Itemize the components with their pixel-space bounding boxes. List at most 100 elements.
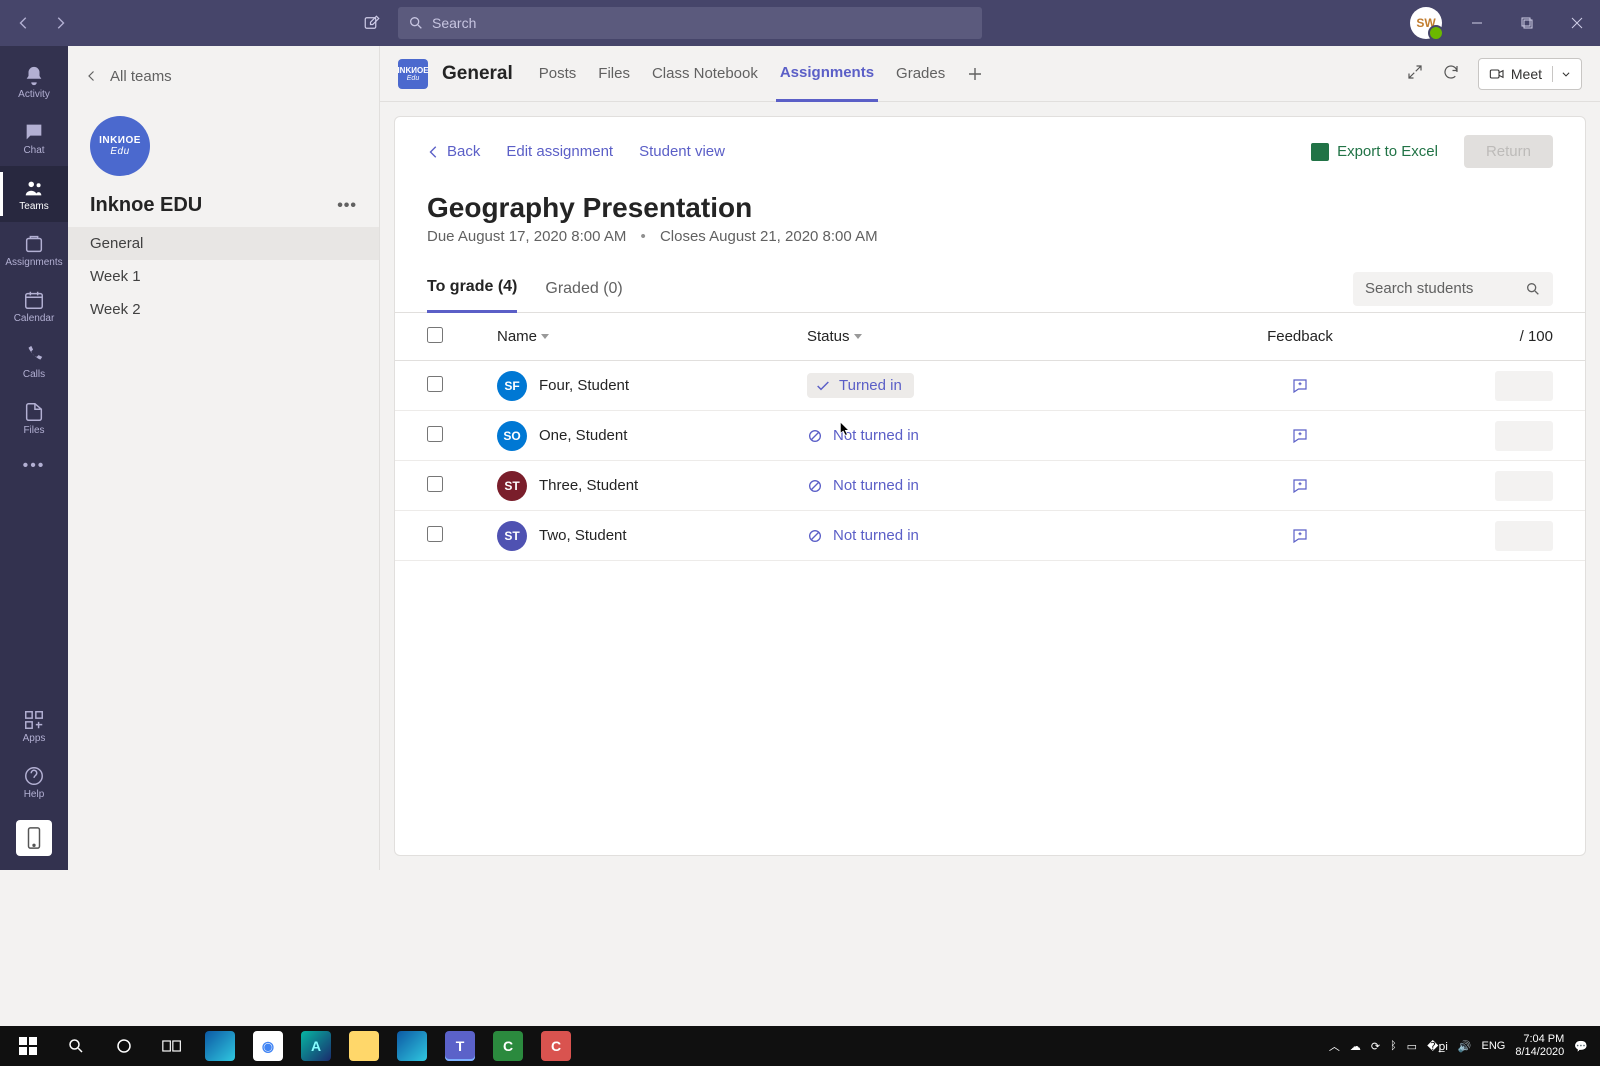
rail-apps[interactable]: Apps <box>0 698 68 754</box>
nav-forward-button[interactable] <box>44 7 76 39</box>
rail-help[interactable]: Help <box>0 754 68 810</box>
select-all-checkbox[interactable] <box>427 327 443 343</box>
pin-teams[interactable]: T <box>436 1026 484 1066</box>
pin-edge-2[interactable] <box>388 1026 436 1066</box>
pin-edge[interactable] <box>196 1026 244 1066</box>
team-avatar[interactable]: INKИOE Edu <box>90 116 150 176</box>
table-row[interactable]: ST Two, Student Not turned in <box>395 511 1585 561</box>
feedback-button[interactable] <box>1157 477 1443 495</box>
status-cell[interactable]: Turned in <box>807 373 1157 398</box>
tray-update-icon[interactable]: ⟳ <box>1371 1040 1380 1053</box>
feedback-button[interactable] <box>1157 527 1443 545</box>
team-more-button[interactable]: ••• <box>337 197 357 215</box>
tab-graded[interactable]: Graded (0) <box>545 265 622 313</box>
channel-general[interactable]: General <box>68 227 379 260</box>
meet-button[interactable]: Meet <box>1478 58 1582 90</box>
windows-taskbar: ◉ A T C C ︿ ☁ ⟳ ᛒ ▭ �քi 🔊 ENG 7:04 PM 8/… <box>0 1026 1600 1066</box>
channel-week-2[interactable]: Week 2 <box>68 293 379 326</box>
team-panel: All teams INKИOE Edu Inknoe EDU ••• Gene… <box>68 46 380 870</box>
rail-teams[interactable]: Teams <box>0 166 68 222</box>
col-status[interactable]: Status <box>807 328 1157 345</box>
score-input[interactable] <box>1495 521 1553 551</box>
cortana-button[interactable] <box>100 1026 148 1066</box>
edit-assignment-link[interactable]: Edit assignment <box>506 143 613 160</box>
row-checkbox[interactable] <box>427 526 443 542</box>
tray-onedrive-icon[interactable]: ☁ <box>1350 1040 1361 1053</box>
score-input[interactable] <box>1495 371 1553 401</box>
rail-more[interactable]: ••• <box>0 446 68 486</box>
tray-notifications-icon[interactable]: 💬 <box>1574 1040 1588 1053</box>
channel-header: INKИOE Edu General Posts Files Class Not… <box>380 46 1600 102</box>
pin-camtasia-rec[interactable]: C <box>532 1026 580 1066</box>
refresh-icon[interactable] <box>1442 63 1460 85</box>
expand-icon[interactable] <box>1406 63 1424 85</box>
feedback-icon <box>1291 427 1309 445</box>
titlebar: Search SW <box>0 0 1600 46</box>
rail-calendar[interactable]: Calendar <box>0 278 68 334</box>
compose-button[interactable] <box>356 7 388 39</box>
taskbar-search[interactable] <box>52 1026 100 1066</box>
tab-assignments[interactable]: Assignments <box>776 46 878 102</box>
window-close[interactable] <box>1562 8 1592 38</box>
table-row[interactable]: SF Four, Student Turned in <box>395 361 1585 411</box>
student-name: Two, Student <box>539 527 627 544</box>
tray-wifi-icon[interactable]: �քi <box>1427 1040 1448 1053</box>
table-row[interactable]: SO One, Student Not turned in <box>395 411 1585 461</box>
task-view-button[interactable] <box>148 1026 196 1066</box>
tab-class-notebook[interactable]: Class Notebook <box>648 46 762 102</box>
table-row[interactable]: ST Three, Student Not turned in <box>395 461 1585 511</box>
student-name: One, Student <box>539 427 627 444</box>
col-name[interactable]: Name <box>497 328 807 345</box>
add-tab-button[interactable] <box>963 62 987 86</box>
window-minimize[interactable] <box>1462 8 1492 38</box>
tab-posts[interactable]: Posts <box>535 46 581 102</box>
tray-language-icon[interactable]: ENG <box>1482 1040 1506 1052</box>
feedback-button[interactable] <box>1157 427 1443 445</box>
status-cell[interactable]: Not turned in <box>807 527 1157 544</box>
check-icon <box>815 378 831 394</box>
excel-icon <box>1311 143 1329 161</box>
tray-battery-icon[interactable]: ▭ <box>1407 1040 1417 1053</box>
system-tray[interactable]: ︿ ☁ ⟳ ᛒ ▭ �քi 🔊 ENG 7:04 PM 8/14/2020 💬 <box>1329 1033 1596 1059</box>
rail-files[interactable]: Files <box>0 390 68 446</box>
row-checkbox[interactable] <box>427 376 443 392</box>
all-teams-back[interactable]: All teams <box>68 46 379 106</box>
tray-bluetooth-icon[interactable]: ᛒ <box>1390 1040 1397 1052</box>
user-avatar[interactable]: SW <box>1410 7 1442 39</box>
tab-files[interactable]: Files <box>594 46 634 102</box>
channel-week-1[interactable]: Week 1 <box>68 260 379 293</box>
rail-calls[interactable]: Calls <box>0 334 68 390</box>
start-button[interactable] <box>4 1026 52 1066</box>
tab-grades[interactable]: Grades <box>892 46 949 102</box>
tray-clock[interactable]: 7:04 PM 8/14/2020 <box>1515 1033 1564 1059</box>
row-checkbox[interactable] <box>427 426 443 442</box>
rail-chat[interactable]: Chat <box>0 110 68 166</box>
tray-chevron-up-icon[interactable]: ︿ <box>1329 1038 1340 1054</box>
tab-to-grade[interactable]: To grade (4) <box>427 265 517 313</box>
status-cell[interactable]: Not turned in <box>807 427 1157 444</box>
global-search[interactable]: Search <box>398 7 982 39</box>
status-cell[interactable]: Not turned in <box>807 477 1157 494</box>
feedback-icon <box>1291 527 1309 545</box>
row-checkbox[interactable] <box>427 476 443 492</box>
student-avatar: ST <box>497 521 527 551</box>
window-maximize[interactable] <box>1512 8 1542 38</box>
search-students-input[interactable]: Search students <box>1353 272 1553 306</box>
pin-app-a[interactable]: A <box>292 1026 340 1066</box>
tray-volume-icon[interactable]: 🔊 <box>1458 1040 1472 1053</box>
student-view-link[interactable]: Student view <box>639 143 725 160</box>
rail-assignments[interactable]: Assignments <box>0 222 68 278</box>
feedback-button[interactable] <box>1157 377 1443 395</box>
export-excel-button[interactable]: Export to Excel <box>1311 143 1438 161</box>
pin-explorer[interactable] <box>340 1026 388 1066</box>
pin-chrome[interactable]: ◉ <box>244 1026 292 1066</box>
back-link[interactable]: Back <box>427 143 480 160</box>
pin-camtasia[interactable]: C <box>484 1026 532 1066</box>
status-pill[interactable]: Turned in <box>807 373 914 398</box>
search-icon <box>408 15 424 31</box>
rail-mobile-button[interactable] <box>16 820 52 856</box>
score-input[interactable] <box>1495 471 1553 501</box>
score-input[interactable] <box>1495 421 1553 451</box>
nav-back-button[interactable] <box>8 7 40 39</box>
rail-activity[interactable]: Activity <box>0 54 68 110</box>
